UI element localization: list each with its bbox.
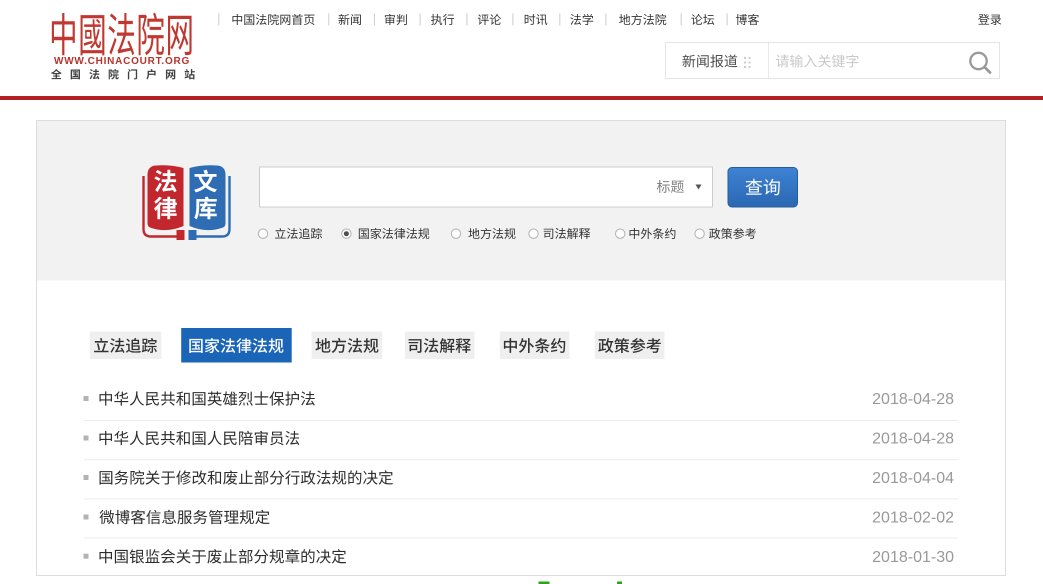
svg-text:2018-04-28: 2018-04-28	[872, 431, 954, 448]
svg-text:2018-01-30: 2018-01-30	[872, 549, 954, 566]
svg-text:2018-02-02: 2018-02-02	[872, 510, 954, 527]
svg-text:2018-04-28: 2018-04-28	[872, 391, 954, 408]
svg-text:WWW.CHINACOURT.ORG: WWW.CHINACOURT.ORG	[54, 56, 190, 67]
svg-text:2018-04-04: 2018-04-04	[872, 470, 954, 487]
